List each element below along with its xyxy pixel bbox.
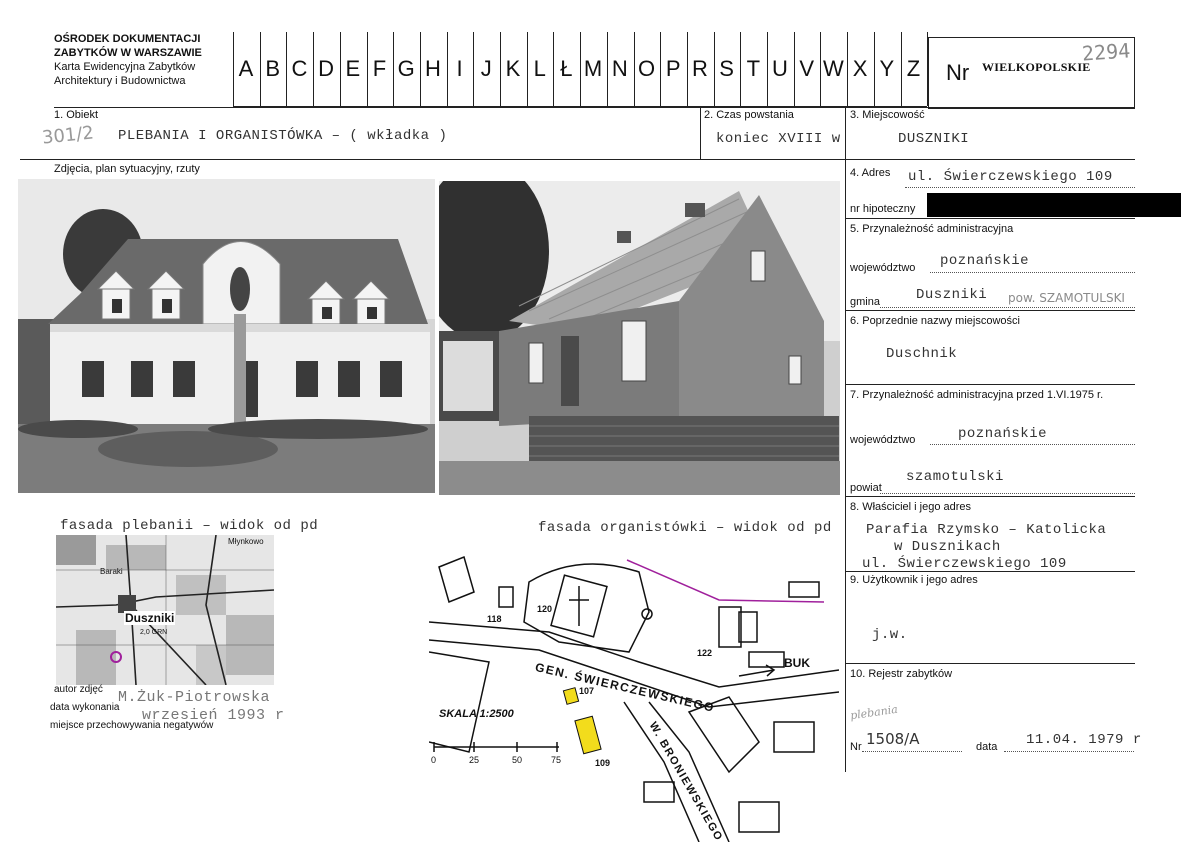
redaction-bar <box>927 193 1181 217</box>
photo-organistowka <box>439 181 840 495</box>
field4-label: 4. Adres <box>850 167 891 179</box>
index-letter: Ł <box>560 56 573 81</box>
register-nr-value: 1508/A <box>866 730 920 748</box>
scale-tick-50: 50 <box>512 755 523 765</box>
institution-line-2: ZABYTKÓW W WARSZAWIE <box>54 47 202 59</box>
field5-gmina-label: gmina <box>850 296 880 308</box>
plot-107: 107 <box>579 686 595 696</box>
index-letter: F <box>372 56 387 81</box>
field2-label: 2. Czas powstania <box>704 109 794 121</box>
index-letter: E <box>345 56 361 81</box>
index-letter: H <box>424 56 441 81</box>
field7-powiat-value: szamotulski <box>906 469 1004 485</box>
institution-block: OŚRODEK DOKUMENTACJI ZABYTKÓW W WARSZAWI… <box>54 32 224 88</box>
site-plan: GEN. ŚWIERCZEWSKIEGO W. BRONIEWSKIEGO BU… <box>428 552 840 844</box>
register-date-value: 11.04. 1979 r <box>1026 732 1142 748</box>
inventory-number-handwritten: 2294 <box>1081 38 1131 66</box>
negatives-label: miejsce przechowywania negatywów <box>50 720 214 731</box>
field10-hand-note: plebania <box>849 702 899 723</box>
index-letter: B <box>265 56 281 81</box>
index-letter: G <box>397 56 415 81</box>
locality: DUSZNIKI <box>898 131 970 147</box>
field7-woj-value: poznańskie <box>958 426 1048 442</box>
field9-label: 9. Użytkownik i jego adres <box>850 574 978 586</box>
topo-label-mlynkowo: Młynkowo <box>228 537 264 546</box>
index-letter: W <box>823 56 844 81</box>
index-letter: X <box>852 56 868 81</box>
construction-period: koniec XVIII w <box>716 131 841 147</box>
field3-label: 3. Miejscowość <box>850 109 925 121</box>
field1-hand-note: 301/2 <box>41 122 95 149</box>
index-letter: M <box>583 56 603 81</box>
owner-line-1: Parafia Rzymsko – Katolicka <box>866 522 1107 538</box>
index-letter: U <box>772 56 788 81</box>
date-label: data wykonania <box>50 702 120 713</box>
plot-118: 118 <box>487 614 502 624</box>
direction-buk: BUK <box>784 656 810 670</box>
topographic-map: Młynkowo Baraki Duszniki 2,0 GRN <box>56 535 274 685</box>
field10-label: 10. Rejestr zabytków <box>850 668 953 680</box>
photos-label: Zdjęcia, plan sytuacyjny, rzuty <box>54 163 200 175</box>
index-letter: O <box>637 56 656 81</box>
index-letter: S <box>719 56 734 81</box>
index-letter: L <box>533 56 546 81</box>
author-label: autor zdjęć <box>54 684 103 695</box>
scale-tick-75: 75 <box>551 755 562 765</box>
field5-woj-value: poznańskie <box>940 253 1030 269</box>
field5-label: 5. Przynależność administracyjna <box>850 223 1014 235</box>
institution-line-3: Karta Ewidencyjna Zabytków <box>54 61 196 73</box>
scale-tick-25: 25 <box>469 755 480 765</box>
field7-label: 7. Przynależność administracyjna przed 1… <box>850 389 1104 401</box>
index-letter: C <box>291 56 308 81</box>
author-value: M.Żuk-Piotrowska <box>118 689 271 706</box>
institution-line-1: OŚRODEK DOKUMENTACJI <box>54 33 201 45</box>
topo-label-grn: 2,0 GRN <box>140 629 168 636</box>
plot-122: 122 <box>697 648 713 658</box>
field6-label: 6. Poprzednie nazwy miejscowości <box>850 315 1020 327</box>
plot-109: 109 <box>595 758 611 768</box>
index-letter: T <box>746 56 761 81</box>
address-value: ul. Świerczewskiego 109 <box>908 169 1113 185</box>
photo-plebania <box>18 179 435 493</box>
index-letter: A <box>238 56 254 81</box>
object-name: PLEBANIA I ORGANISTÓWKA – ( wkładka ) <box>118 128 448 144</box>
register-nr-label: Nr <box>850 741 862 753</box>
nr-hip-label: nr hipoteczny <box>850 203 916 215</box>
field7-powiat-label: powiat <box>850 482 882 494</box>
scale-label: SKALA 1:2500 <box>439 708 514 720</box>
index-letter: N <box>611 56 628 81</box>
index-letter: I <box>456 56 463 81</box>
owner-line-3: ul. Świerczewskiego 109 <box>862 556 1067 572</box>
photo1-caption: fasada plebanii – widok od pd <box>60 518 319 534</box>
field7-woj-label: województwo <box>850 434 916 446</box>
topo-label-duszniki: Duszniki <box>124 611 176 625</box>
owner-line-2: w Dusznikach <box>894 539 1001 555</box>
index-letter: D <box>318 56 335 81</box>
user-value: j.w. <box>872 627 908 643</box>
field5-woj-label: województwo <box>850 262 916 274</box>
institution-line-4: Architektury i Budownictwa <box>54 75 186 87</box>
plot-120: 120 <box>537 604 553 614</box>
nr-label: Nr <box>946 60 970 85</box>
register-date-label: data <box>976 741 998 753</box>
scale-tick-0: 0 <box>431 755 437 765</box>
field5-gmina-value: Duszniki <box>916 287 988 303</box>
field1-label: 1. Obiekt <box>54 109 99 121</box>
index-letter: Y <box>879 56 895 81</box>
index-letter: P <box>665 56 681 81</box>
index-letter: V <box>799 56 815 81</box>
index-letter: J <box>480 56 492 81</box>
photo2-caption: fasada organistówki – widok od pd <box>538 520 832 536</box>
index-letter: K <box>505 56 521 81</box>
field8-label: 8. Właściciel i jego adres <box>850 501 972 513</box>
former-name: Duschnik <box>886 346 958 362</box>
index-letter: Z <box>906 56 921 81</box>
region-stamp: WIELKOPOLSKIE <box>982 60 1091 74</box>
index-letter: R <box>691 56 708 81</box>
topo-label-baraki: Baraki <box>100 567 123 576</box>
field5-gmina-hand: pow. SZAMOTULSKI <box>1008 291 1125 305</box>
